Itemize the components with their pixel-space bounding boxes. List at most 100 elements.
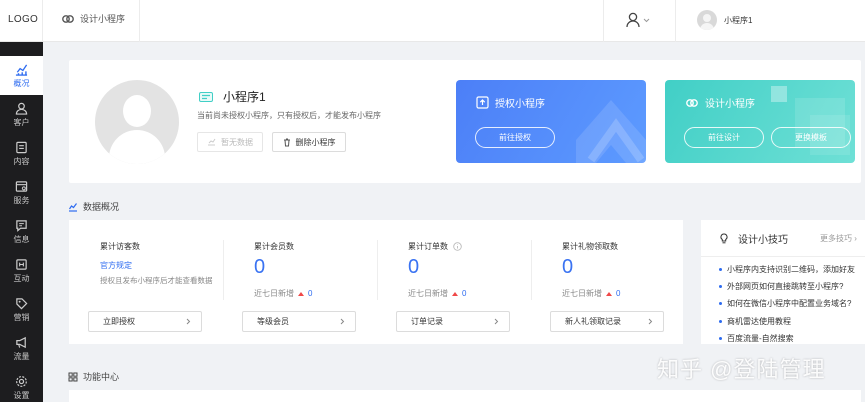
miniprogram-icon <box>62 14 74 23</box>
overview-header: 数据概况 <box>68 200 119 213</box>
tag-icon <box>16 297 28 309</box>
stat-title: 累计订单数 <box>408 241 462 252</box>
trash-icon <box>283 138 290 146</box>
account-name: 小程序1 <box>724 15 753 25</box>
miniprogram-avatar <box>95 80 179 164</box>
gear-icon <box>16 375 27 387</box>
topbar-divider <box>603 0 604 42</box>
grid-icon <box>68 372 78 382</box>
chart-icon <box>208 138 216 146</box>
more-tips-link[interactable]: 更多技巧 › <box>820 233 857 244</box>
topbar-divider <box>675 0 676 42</box>
document-icon <box>16 141 27 153</box>
authorize-promo-card: 授权小程序 前往授权 <box>456 80 646 163</box>
tip-item[interactable]: 小程序内支持识别二维码，添加好友 <box>719 264 855 275</box>
delete-miniprogram-button[interactable]: 删除小程序 <box>272 132 346 152</box>
authorize-title: 授权小程序 <box>476 95 545 110</box>
stat-note: 授权且发布小程序后才能查看数据 <box>100 276 213 285</box>
go-authorize-button[interactable]: 前往授权 <box>475 127 555 148</box>
stat-title: 累计礼物领取数 <box>562 242 618 251</box>
sidebar-item-content[interactable]: 内容 <box>0 134 43 173</box>
stat-gifts: 累计礼物领取数 0 近七日新增 0 新人礼领取记录 <box>531 220 683 344</box>
sidebar-item-label: 互动 <box>13 273 30 283</box>
no-data-button[interactable]: 暂无数据 <box>197 132 263 152</box>
breadcrumb-label: 设计小程序 <box>80 14 126 24</box>
tip-item[interactable]: 如何在微信小程序中配置业务域名? <box>719 298 851 309</box>
tip-item[interactable]: 百度流量-自然搜索 <box>719 333 794 344</box>
arrow-up-icon <box>606 291 612 296</box>
interact-icon <box>16 258 27 270</box>
design-tips-card: 设计小技巧 更多技巧 › 小程序内支持识别二维码，添加好友 外部网页如何直接跳转… <box>701 220 865 344</box>
sidebar-item-label: 客户 <box>13 117 30 127</box>
sidebar-item-label: 流量 <box>13 351 30 361</box>
stat-title: 累计访客数 <box>100 242 140 251</box>
chart-icon <box>69 202 77 212</box>
chevron-right-icon <box>186 318 191 325</box>
stat-visitors: 累计访客数 官方规定 授权且发布小程序后才能查看数据 立即授权 <box>69 220 223 344</box>
sidebar-item-traffic[interactable]: 流量 <box>0 329 43 368</box>
sidebar-item-settings[interactable]: 设置 <box>0 368 43 402</box>
sidebar-item-marketing[interactable]: 营销 <box>0 290 43 329</box>
sidebar-item-customer[interactable]: 客户 <box>0 95 43 134</box>
account-switcher[interactable]: 小程序1 <box>697 10 752 30</box>
arrow-up-icon <box>298 291 304 296</box>
stat-weekly-new: 近七日新增 0 <box>254 289 313 298</box>
sidebar-item-label: 服务 <box>13 195 30 205</box>
sidebar-item-label: 内容 <box>13 156 30 166</box>
sidebar-item-label: 设置 <box>13 390 30 400</box>
cube-decoration <box>771 86 850 155</box>
overview-stats-card: 累计访客数 官方规定 授权且发布小程序后才能查看数据 立即授权 累计会员数 0 … <box>69 220 683 344</box>
miniprogram-badge-icon <box>199 91 213 102</box>
stat-orders: 累计订单数 0 近七日新增 0 订单记录 <box>377 220 531 344</box>
upload-icon <box>476 96 489 109</box>
sidebar: 概况 客户 内容 服务 信息 互动 营销 流量 设置 <box>0 42 43 402</box>
gift-records-button[interactable]: 新人礼领取记录 <box>550 311 664 332</box>
info-icon[interactable] <box>453 242 462 251</box>
stat-weekly-new: 近七日新增 0 <box>408 289 467 298</box>
message-icon <box>16 219 27 232</box>
lightbulb-icon <box>720 233 728 244</box>
app-name: 小程序1 <box>199 88 266 105</box>
megaphone-icon <box>16 336 26 348</box>
user-menu[interactable] <box>626 12 650 28</box>
tips-header: 设计小技巧 <box>720 231 788 246</box>
avatar <box>697 10 717 30</box>
sidebar-item-label: 信息 <box>13 234 30 244</box>
sidebar-item-label: 营销 <box>13 312 30 322</box>
sidebar-item-overview[interactable]: 概况 <box>0 56 43 95</box>
order-records-button[interactable]: 订单记录 <box>396 311 510 332</box>
chevron-down-icon <box>643 18 650 22</box>
app-name-text: 小程序1 <box>223 90 266 104</box>
breadcrumb[interactable]: 设计小程序 <box>61 12 125 25</box>
function-center-header: 功能中心 <box>68 370 119 383</box>
arrow-up-icon <box>452 291 458 296</box>
logo: LOGO <box>8 14 39 25</box>
design-title: 设计小程序 <box>685 95 755 110</box>
function-center-card <box>69 390 861 402</box>
user-icon <box>15 102 28 115</box>
go-design-button[interactable]: 前往设计 <box>684 127 764 148</box>
tip-item[interactable]: 外部网页如何直接跳转至小程序? <box>719 281 843 292</box>
authorize-now-button[interactable]: 立即授权 <box>88 311 202 332</box>
member-levels-button[interactable]: 等级会员 <box>242 311 356 332</box>
app-description: 当前尚未授权小程序，只有授权后，才能发布小程序 <box>197 111 381 120</box>
topbar-divider <box>139 0 140 42</box>
stat-value: 0 <box>254 256 266 278</box>
sidebar-item-message[interactable]: 信息 <box>0 212 43 251</box>
official-rules-link[interactable]: 官方规定 <box>100 260 132 271</box>
service-icon <box>15 180 28 192</box>
tip-item[interactable]: 商机雷达使用教程 <box>719 316 791 327</box>
sidebar-item-label: 概况 <box>13 78 30 88</box>
watermark: 知乎 @登陆管理 <box>657 357 826 382</box>
sidebar-item-service[interactable]: 服务 <box>0 173 43 212</box>
topbar-divider <box>42 0 43 42</box>
chevron-decoration <box>576 100 646 163</box>
stat-value: 0 <box>562 256 574 278</box>
sidebar-item-interact[interactable]: 互动 <box>0 251 43 290</box>
stat-value: 0 <box>408 256 420 278</box>
top-bar: LOGO 设计小程序 小程序1 <box>0 0 865 42</box>
chevron-right-icon <box>494 318 499 325</box>
change-template-button[interactable]: 更换模板 <box>771 127 851 148</box>
miniprogram-icon <box>686 98 698 107</box>
stat-members: 累计会员数 0 近七日新增 0 等级会员 <box>223 220 377 344</box>
